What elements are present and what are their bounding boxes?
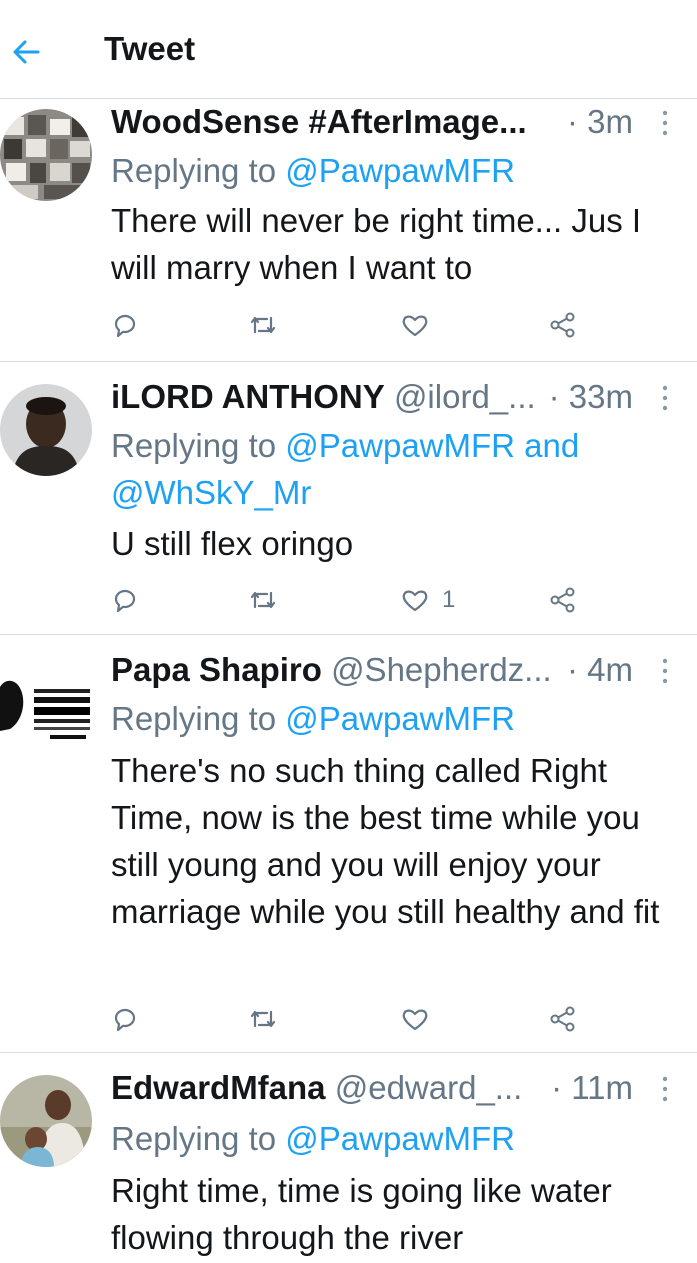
reply-icon bbox=[114, 1008, 136, 1032]
share-icon bbox=[550, 1006, 575, 1032]
arrow-left-icon[interactable] bbox=[10, 36, 42, 68]
like-button[interactable] bbox=[400, 308, 430, 342]
mention-link[interactable]: @PawpawMFR bbox=[285, 1120, 515, 1157]
tweet-actions: 1 bbox=[110, 583, 590, 617]
tweet-reply[interactable]: iLORD ANTHONY @ilord_... · 33m Replying … bbox=[0, 362, 697, 635]
share-button[interactable] bbox=[548, 308, 578, 342]
like-button[interactable] bbox=[400, 1002, 430, 1036]
display-name[interactable]: Papa Shapiro bbox=[111, 651, 322, 688]
replying-to: Replying to @PawpawMFR and @WhSkY_Mr bbox=[111, 427, 580, 511]
avatar[interactable] bbox=[0, 384, 92, 476]
tweet-actions bbox=[110, 308, 590, 342]
tweet-header: iLORD ANTHONY @ilord_... bbox=[111, 378, 547, 416]
avatar[interactable] bbox=[0, 657, 92, 749]
like-count: 1 bbox=[442, 586, 456, 613]
handle[interactable]: @ilord_... bbox=[394, 378, 536, 415]
share-icon bbox=[550, 312, 575, 338]
timestamp: · 33m bbox=[548, 378, 633, 415]
share-icon bbox=[550, 587, 575, 613]
handle[interactable]: @Shepherdz... bbox=[331, 651, 552, 688]
avatar[interactable] bbox=[0, 1075, 92, 1167]
retweet-button[interactable] bbox=[248, 308, 278, 342]
tweet-header: Papa Shapiro @Shepherdz... bbox=[111, 651, 577, 689]
tweet-actions bbox=[110, 1002, 590, 1036]
replying-to: Replying to @PawpawMFR bbox=[111, 152, 515, 189]
retweet-button[interactable] bbox=[248, 583, 278, 617]
mention-link[interactable]: @PawpawMFR bbox=[285, 700, 515, 737]
reply-button[interactable] bbox=[110, 583, 140, 617]
reply-button[interactable] bbox=[110, 1002, 140, 1036]
retweet-button[interactable] bbox=[248, 1002, 278, 1036]
share-button[interactable] bbox=[548, 1002, 578, 1036]
tweet-reply[interactable]: EdwardMfana @edward_... · 11m Replying t… bbox=[0, 1053, 697, 1263]
heart-icon bbox=[402, 590, 428, 612]
page-title: Tweet bbox=[104, 30, 196, 67]
timestamp: · 4m bbox=[567, 651, 633, 688]
share-button[interactable] bbox=[548, 583, 578, 617]
like-button[interactable]: 1 bbox=[400, 583, 455, 617]
retweet-icon bbox=[250, 591, 276, 609]
tweet-text: U still flex oringo bbox=[111, 525, 354, 562]
reply-icon bbox=[114, 314, 136, 338]
display-name[interactable]: iLORD ANTHONY bbox=[111, 378, 385, 415]
replying-to: Replying to @PawpawMFR bbox=[111, 700, 515, 737]
avatar-image bbox=[0, 657, 92, 749]
more-vertical-icon[interactable] bbox=[661, 109, 669, 137]
mention-link[interactable]: @PawpawMFR bbox=[285, 152, 515, 189]
reply-icon bbox=[114, 589, 136, 613]
display-name[interactable]: EdwardMfana bbox=[111, 1069, 326, 1106]
display-name[interactable]: WoodSense #AfterImage... bbox=[111, 103, 527, 140]
replying-to: Replying to @PawpawMFR bbox=[111, 1120, 515, 1157]
avatar[interactable] bbox=[0, 109, 92, 201]
retweet-icon bbox=[250, 1010, 276, 1028]
timestamp: · 3m bbox=[567, 103, 633, 140]
tweet-text: There will never be right time... Jus I … bbox=[111, 202, 642, 286]
retweet-icon bbox=[250, 316, 276, 334]
more-vertical-icon[interactable] bbox=[661, 1075, 669, 1103]
tweet-text: There's no such thing called Right Time,… bbox=[111, 752, 660, 930]
avatar-image bbox=[0, 384, 92, 476]
tweet-header: WoodSense #AfterImage... bbox=[111, 103, 627, 141]
tweet-reply[interactable]: WoodSense #AfterImage... · 3m Replying t… bbox=[0, 99, 697, 362]
timestamp: · 11m bbox=[551, 1069, 633, 1106]
more-vertical-icon[interactable] bbox=[661, 384, 669, 412]
heart-icon bbox=[402, 1009, 428, 1031]
handle[interactable]: @edward_... bbox=[335, 1069, 523, 1106]
tweet-header: EdwardMfana @edward_... bbox=[111, 1069, 547, 1107]
heart-icon bbox=[402, 315, 428, 337]
avatar-image bbox=[0, 1075, 92, 1167]
more-vertical-icon[interactable] bbox=[661, 657, 669, 685]
reply-button[interactable] bbox=[110, 308, 140, 342]
avatar-image bbox=[0, 109, 92, 201]
top-bar: Tweet bbox=[0, 0, 697, 99]
tweet-reply[interactable]: Papa Shapiro @Shepherdz... · 4m Replying… bbox=[0, 635, 697, 1053]
tweet-text: Right time, time is going like water flo… bbox=[111, 1172, 612, 1256]
